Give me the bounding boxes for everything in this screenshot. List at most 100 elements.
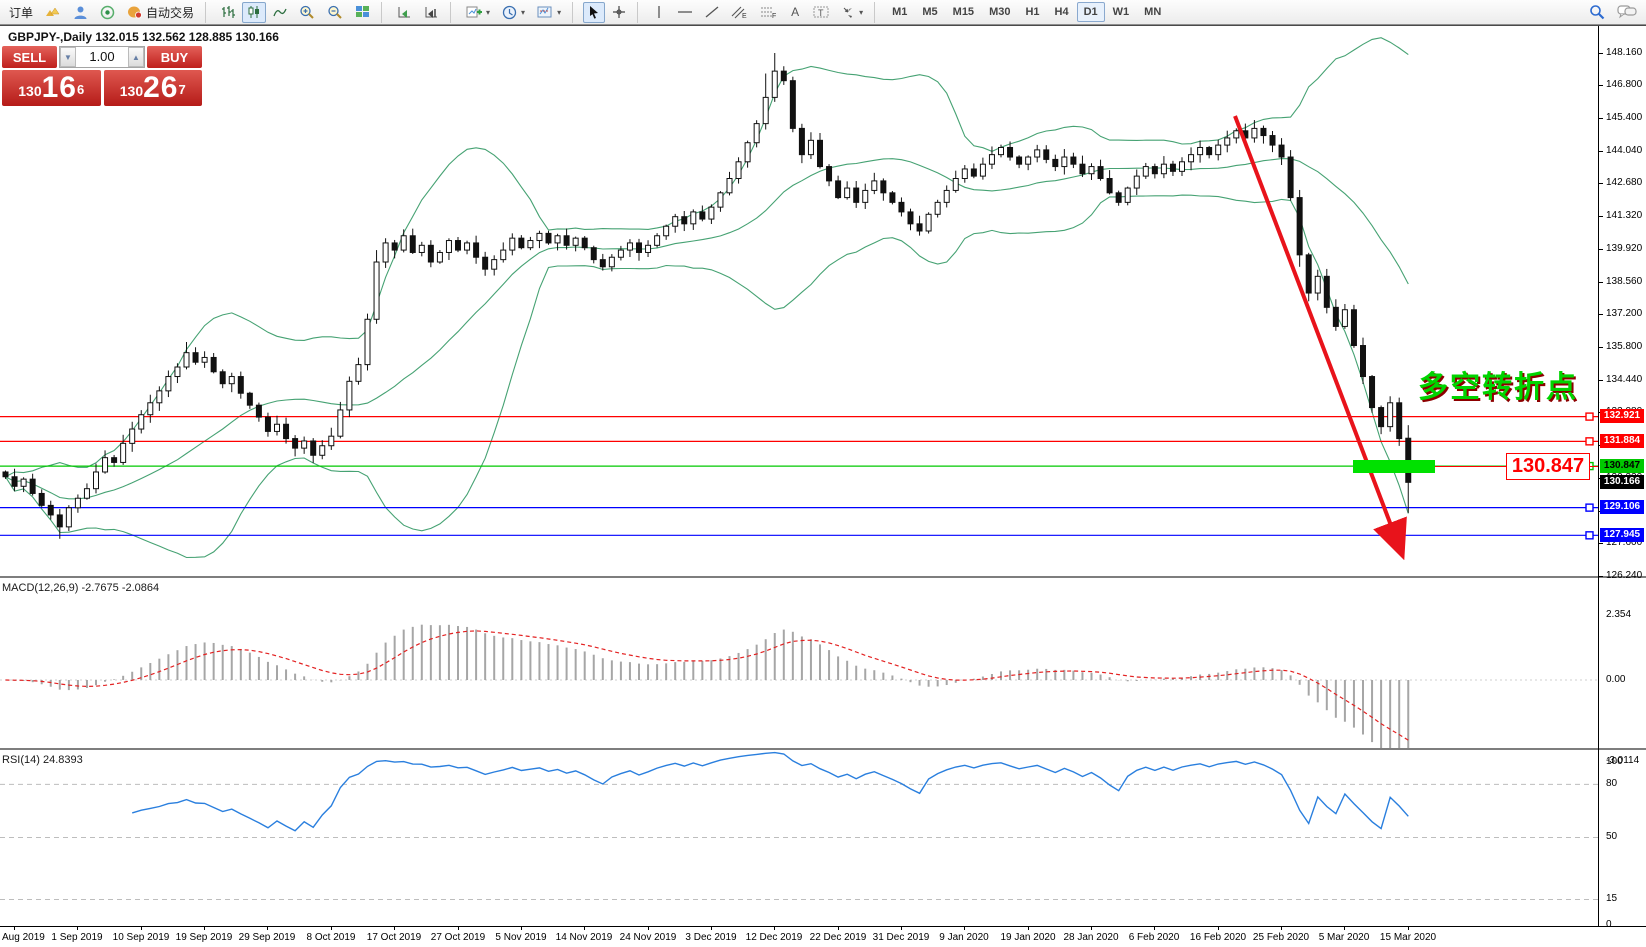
timeframe-button-m5[interactable]: M5 [915, 2, 944, 22]
date-axis-label: Aug 2019 [2, 932, 45, 943]
chart-annotation-text[interactable]: 多空转折点 [1418, 362, 1598, 406]
trendline-tool[interactable] [700, 2, 724, 23]
signals-icon[interactable] [95, 2, 120, 23]
date-axis-tick [964, 927, 965, 930]
date-axis-label: 9 Jan 2020 [939, 932, 989, 943]
toolbar-separator [637, 2, 643, 23]
orders-label: 订单 [9, 4, 33, 21]
date-axis-tick [14, 927, 15, 930]
date-axis-label: 24 Nov 2019 [620, 932, 677, 943]
crosshair-tool-button[interactable] [607, 2, 631, 23]
date-axis-label: 17 Oct 2019 [367, 932, 421, 943]
horizontal-line-tool[interactable] [672, 2, 698, 23]
date-axis-tick [1091, 927, 1092, 930]
line-chart-type-button[interactable] [268, 2, 292, 23]
date-axis-tick [267, 927, 268, 930]
fibonacci-tool[interactable]: F [755, 2, 782, 23]
date-axis-label: 22 Dec 2019 [810, 932, 867, 943]
toolbar-separator [450, 2, 456, 23]
date-axis-tick [521, 927, 522, 930]
date-axis-label: 28 Jan 2020 [1063, 932, 1118, 943]
cursor-tool-button[interactable] [583, 2, 605, 23]
text-tool[interactable]: A [784, 2, 806, 23]
search-icon[interactable] [1584, 2, 1610, 23]
date-axis-tick [774, 927, 775, 930]
rsi-label: RSI(14) 24.8393 [2, 754, 83, 766]
one-click-trading-panel: SELL ▼ 1.00 ▲ BUY 130 16 6 130 26 7 [2, 46, 202, 108]
callout-connector-line [1435, 466, 1506, 467]
auto-trading-button[interactable]: 自动交易 [122, 2, 199, 23]
arrows-tool[interactable]: ▾ [836, 2, 868, 23]
vertical-line-tool[interactable] [648, 2, 670, 23]
date-axis-label: 15 Mar 2020 [1380, 932, 1436, 943]
price-axis-line [1598, 26, 1599, 926]
date-axis-label: 3 Dec 2019 [685, 932, 736, 943]
timeframe-button-w1[interactable]: W1 [1106, 2, 1137, 22]
date-axis-label: 29 Sep 2019 [239, 932, 296, 943]
date-axis-label: 19 Sep 2019 [176, 932, 233, 943]
timeframe-bar: M1M5M15M30H1H4D1W1MN [885, 2, 1168, 22]
zoom-in-button[interactable] [294, 2, 320, 23]
text-label-tool[interactable]: T [808, 2, 834, 23]
timeframe-button-d1[interactable]: D1 [1077, 2, 1105, 22]
orders-button[interactable]: 订单 [4, 2, 38, 23]
price-callout-box[interactable]: 130.847 [1506, 453, 1590, 480]
date-axis-label: 6 Feb 2020 [1129, 932, 1180, 943]
macd-indicator-canvas[interactable] [0, 578, 1646, 749]
date-axis-tick [394, 927, 395, 930]
buy-price-display[interactable]: 130 26 7 [104, 70, 203, 106]
buy-button[interactable]: BUY [147, 46, 202, 68]
callout-connector-line [1590, 466, 1598, 467]
date-axis-tick [711, 927, 712, 930]
sell-price-display[interactable]: 130 16 6 [2, 70, 101, 106]
tile-windows-button[interactable] [350, 2, 375, 23]
main-chart-canvas[interactable] [0, 26, 1646, 577]
volume-field[interactable]: 1.00 [76, 47, 128, 67]
date-axis-label: 10 Sep 2019 [113, 932, 170, 943]
new-chart-button[interactable]: ▾ [461, 2, 495, 23]
date-axis-tick [141, 927, 142, 930]
rsi-indicator-canvas[interactable] [0, 750, 1646, 926]
date-axis-label: 8 Oct 2019 [307, 932, 356, 943]
equidistant-channel-tool[interactable]: E [726, 2, 753, 23]
support-zone-rectangle[interactable] [1353, 460, 1435, 473]
toolbar-separator [205, 2, 211, 23]
step-forward-chart-icon[interactable] [392, 2, 417, 23]
candlestick-chart-type-button[interactable] [242, 2, 266, 23]
toolbar-separator [874, 2, 880, 23]
bar-chart-type-button[interactable] [216, 2, 240, 23]
timeframe-button-h1[interactable]: H1 [1018, 2, 1046, 22]
new-order-icon[interactable] [40, 2, 66, 23]
chat-icon[interactable] [1612, 2, 1642, 23]
timeframe-button-h4[interactable]: H4 [1048, 2, 1076, 22]
auto-trading-icon [127, 5, 143, 19]
date-axis-tick [1154, 927, 1155, 930]
date-axis-label: 31 Dec 2019 [873, 932, 930, 943]
date-axis-tick [204, 927, 205, 930]
date-axis-label: 14 Nov 2019 [556, 932, 613, 943]
step-end-chart-icon[interactable] [419, 2, 444, 23]
date-axis-label: 19 Jan 2020 [1000, 932, 1055, 943]
date-axis-tick [458, 927, 459, 930]
chart-template-button[interactable]: ▾ [532, 2, 566, 23]
date-axis-label: 16 Feb 2020 [1190, 932, 1246, 943]
date-axis-tick [584, 927, 585, 930]
date-axis-tick [331, 927, 332, 930]
svg-text:T: T [818, 8, 824, 18]
date-axis-tick [77, 927, 78, 930]
timeframe-button-m30[interactable]: M30 [982, 2, 1017, 22]
chart-period-button[interactable]: ▾ [497, 2, 530, 23]
auto-trading-label: 自动交易 [146, 4, 194, 21]
timeframe-button-m15[interactable]: M15 [946, 2, 981, 22]
date-axis[interactable]: Aug 20191 Sep 201910 Sep 201919 Sep 2019… [0, 926, 1646, 947]
volume-decrease-button[interactable]: ▼ [60, 47, 76, 67]
date-axis-tick [1028, 927, 1029, 930]
volume-increase-button[interactable]: ▲ [128, 47, 144, 67]
svg-text:E: E [742, 13, 747, 19]
timeframe-button-m1[interactable]: M1 [885, 2, 914, 22]
volume-stepper: ▼ 1.00 ▲ [59, 46, 145, 68]
accounts-icon[interactable] [68, 2, 93, 23]
zoom-out-button[interactable] [322, 2, 348, 23]
sell-button[interactable]: SELL [2, 46, 57, 68]
timeframe-button-mn[interactable]: MN [1137, 2, 1168, 22]
